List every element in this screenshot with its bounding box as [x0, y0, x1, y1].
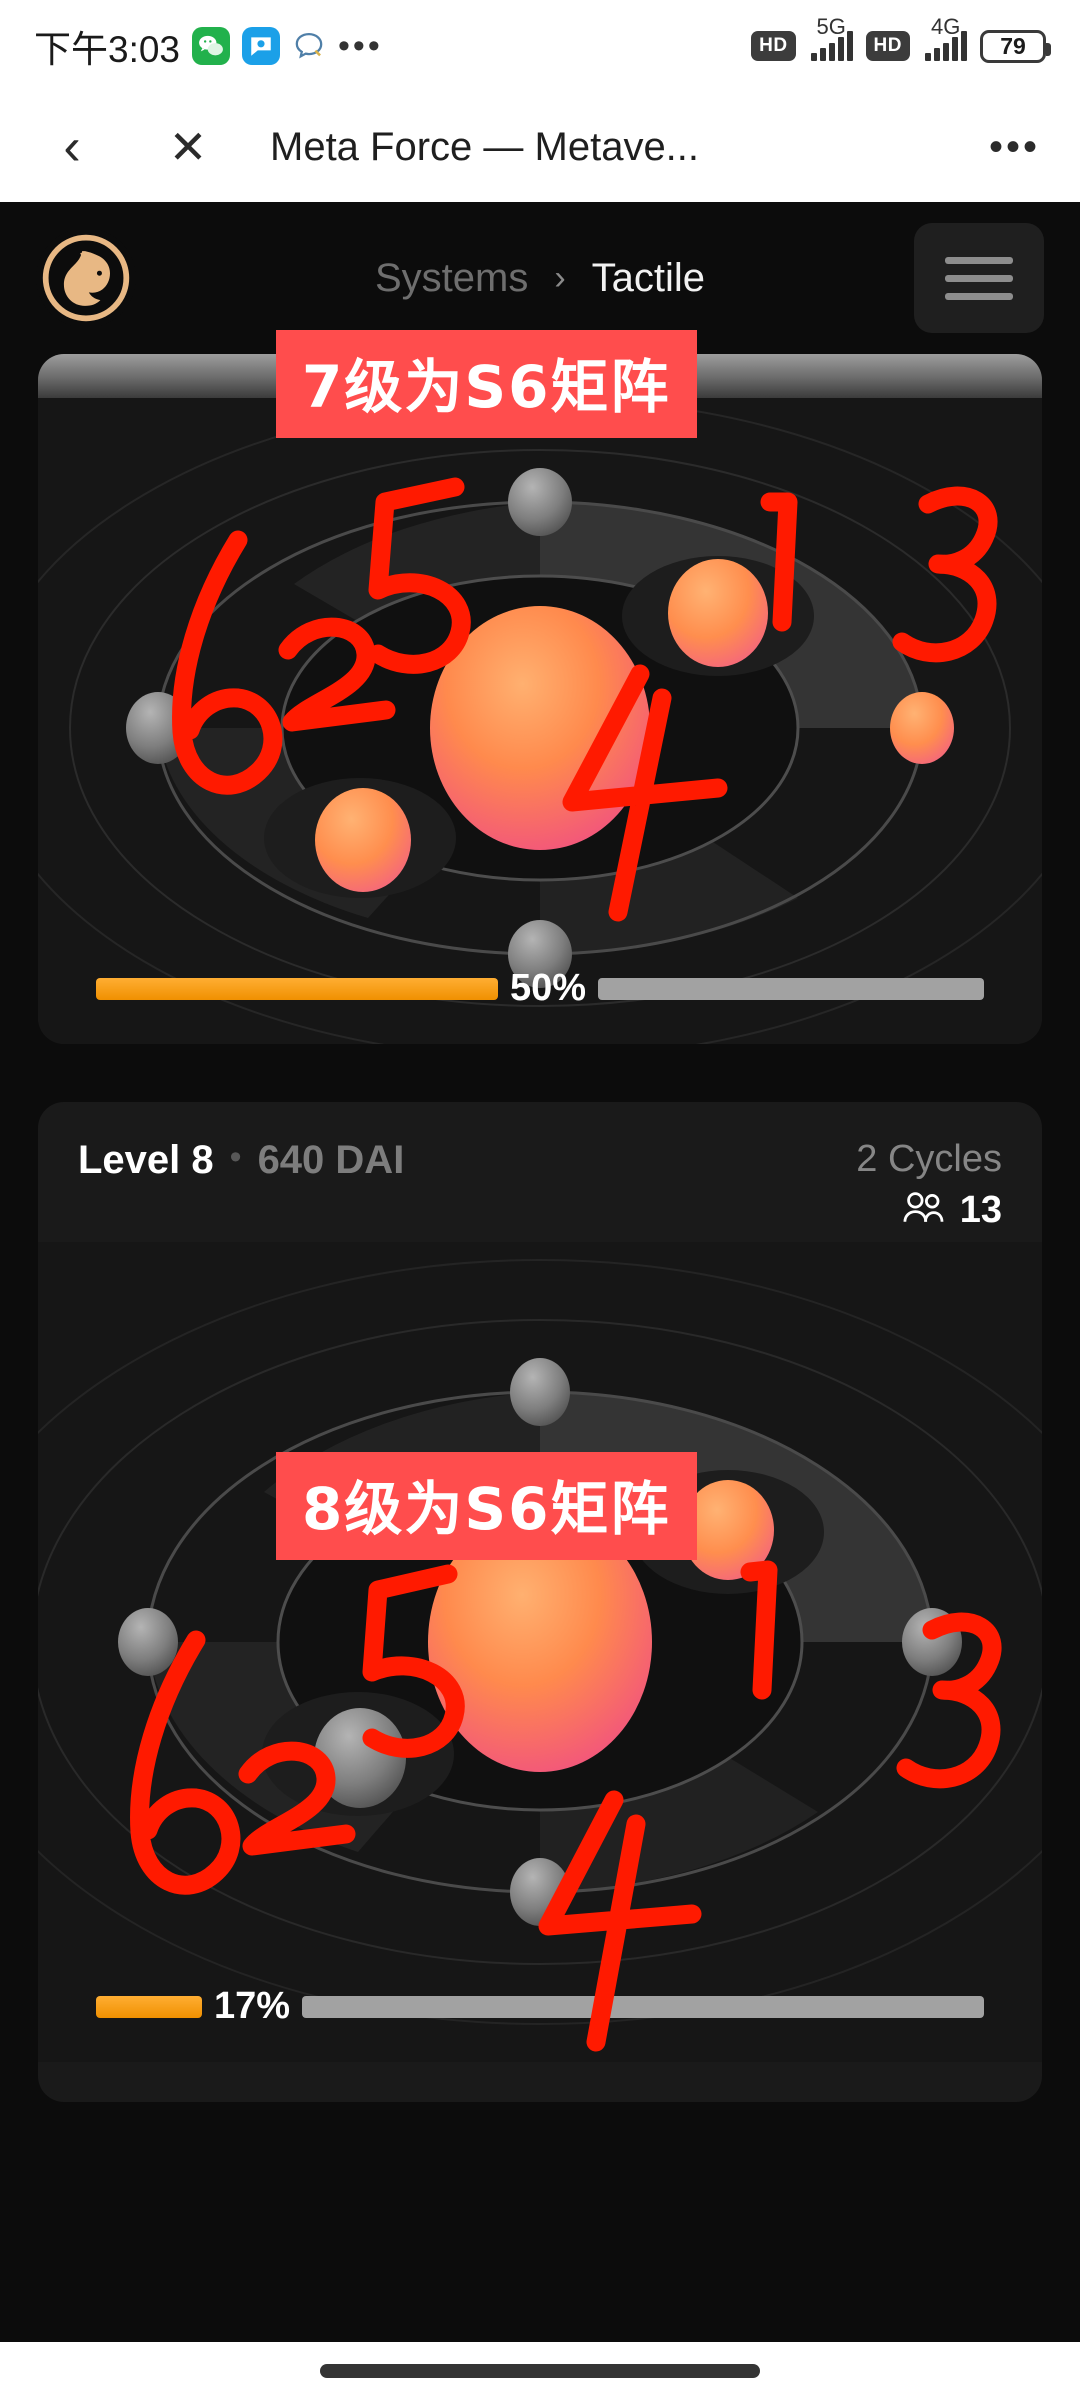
battery-icon: 79	[980, 29, 1051, 63]
system-status-bar: 下午3:03 ••• HD 5G HD 4G 79	[0, 0, 1080, 92]
phone-screen: 下午3:03 ••• HD 5G HD 4G 79 ‹ ✕ Meta Force…	[0, 0, 1080, 2400]
sim1-network-label: 5G	[816, 14, 846, 39]
chat-bubble-icon	[292, 29, 326, 63]
level-8-card-meta: 2 Cycles 13	[856, 1138, 1002, 1232]
annotation-sticker-level-7: 7级为S6矩阵	[276, 330, 697, 438]
battery-percent-label: 79	[1000, 32, 1026, 59]
sim2-hd-badge: HD	[865, 31, 910, 61]
level-label: Level 8	[78, 1138, 214, 1182]
members-row: 13	[856, 1189, 1002, 1232]
breadcrumb-parent[interactable]: Systems	[375, 256, 528, 301]
progress-row-8: 17%	[38, 1985, 1042, 2028]
home-gesture-bar[interactable]	[320, 2364, 760, 2378]
chevron-right-icon: ›	[554, 258, 566, 297]
page-title: Meta Force — Metave...	[270, 124, 700, 169]
progress-track-8	[302, 1995, 984, 2018]
status-overflow-dots-icon: •••	[338, 27, 383, 65]
blue-app-icon	[242, 27, 281, 65]
breadcrumb-current: Tactile	[591, 255, 706, 300]
progress-fill-7	[96, 977, 498, 1000]
members-count: 13	[959, 1189, 1002, 1231]
status-bar-left: 下午3:03 •••	[34, 19, 383, 73]
status-bar-clock: 下午3:03	[34, 29, 181, 70]
progress-fill-8	[96, 1995, 202, 2018]
separator-dot: •	[229, 1138, 242, 1176]
people-icon	[900, 1189, 946, 1232]
level-card-list: 50% Level 8 • 640 DAI 2 Cycles 13 17%	[0, 354, 1080, 2102]
overflow-dots-icon[interactable]: •••	[989, 125, 1040, 170]
status-bar-right: HD 5G HD 4G 79	[751, 14, 1051, 63]
wechat-icon	[192, 27, 231, 65]
close-x-icon[interactable]: ✕	[156, 120, 220, 174]
orbit-stage-7: 50%	[38, 398, 1042, 1044]
progress-row-7: 50%	[38, 967, 1042, 1010]
home-indicator-area	[0, 2342, 1080, 2400]
chevron-left-icon[interactable]: ‹	[40, 117, 104, 177]
cycles-label: 2 Cycles	[856, 1138, 1002, 1180]
level-8-card[interactable]: Level 8 • 640 DAI 2 Cycles 13 17%	[38, 1102, 1042, 2102]
sim2-signal-icon: 4G	[923, 14, 967, 61]
progress-track-7	[598, 977, 984, 1000]
sim1-signal-icon: 5G	[809, 14, 853, 61]
price-label: 640 DAI	[257, 1138, 405, 1182]
card-gap	[38, 1044, 1042, 1102]
horse-head-logo[interactable]	[36, 228, 136, 328]
sim1-hd-badge: HD	[751, 31, 796, 61]
hamburger-menu-icon[interactable]	[914, 223, 1044, 333]
sim2-network-label: 4G	[931, 14, 961, 39]
webapp-viewport: Systems › Tactile 50% Level 8 • 640 DAI …	[0, 202, 1080, 2342]
browser-nav-bar: ‹ ✕ Meta Force — Metave... •••	[0, 92, 1080, 202]
progress-label-8: 17%	[214, 1985, 291, 2027]
annotation-sticker-level-8: 8级为S6矩阵	[276, 1452, 697, 1560]
progress-label-7: 50%	[510, 967, 587, 1009]
level-7-card[interactable]: 50%	[38, 354, 1042, 1044]
level-8-card-header: Level 8 • 640 DAI 2 Cycles 13	[38, 1102, 1042, 1242]
orbit-stage-8: 17%	[38, 1242, 1042, 2062]
